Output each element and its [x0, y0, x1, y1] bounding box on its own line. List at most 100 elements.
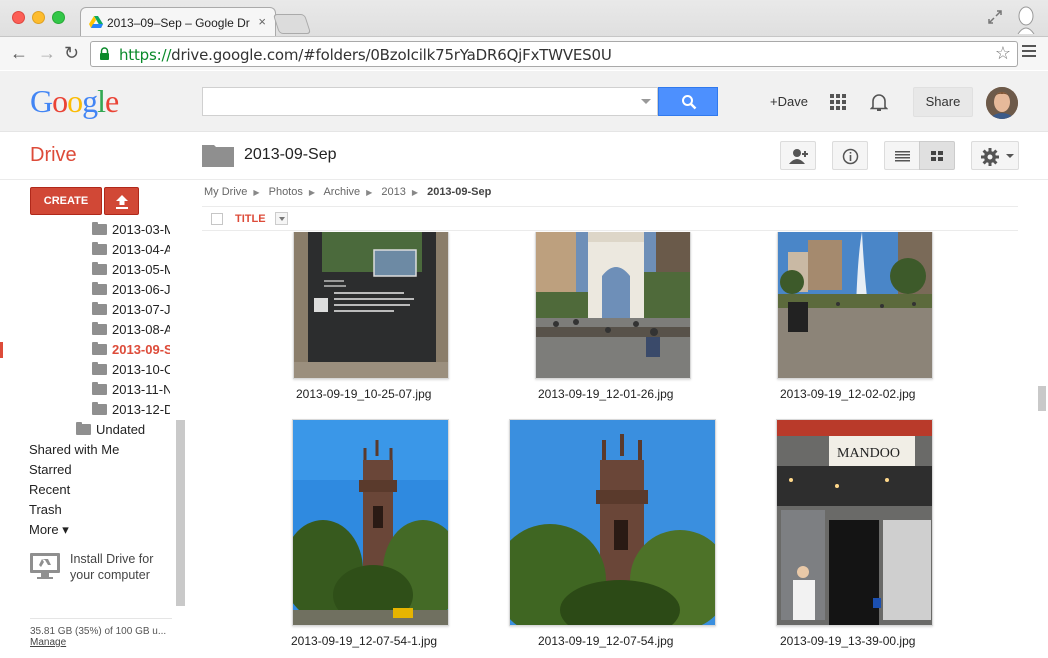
- settings-button[interactable]: [971, 141, 1019, 170]
- photo-church-tower-icon: [510, 420, 715, 625]
- folder-tree-item[interactable]: 2013-07-J: [92, 302, 170, 320]
- settings-dropdown-icon: [1006, 154, 1014, 158]
- folder-label: 2013-04-A: [112, 242, 170, 257]
- file-thumbnail[interactable]: [292, 419, 449, 626]
- file-name[interactable]: 2013-09-19_13-39-00.jpg: [780, 634, 915, 648]
- details-button[interactable]: [832, 141, 868, 170]
- create-button[interactable]: CREATE: [30, 187, 102, 215]
- file-thumbnail[interactable]: [293, 232, 449, 379]
- upload-button[interactable]: [104, 187, 139, 215]
- folder-tree-item-undated[interactable]: Undated: [76, 422, 154, 440]
- drive-header: Google +Dave Share: [0, 71, 1048, 132]
- nav-shared-with-me[interactable]: Shared with Me: [29, 442, 119, 457]
- tab-title: 2013–09–Sep – Google Dr: [107, 16, 250, 30]
- breadcrumb-separator-icon: ▶: [366, 188, 373, 197]
- file-thumbnail[interactable]: [777, 232, 933, 379]
- forward-icon[interactable]: →: [38, 43, 56, 63]
- sort-dropdown-button[interactable]: [275, 212, 288, 225]
- share-button[interactable]: Share: [913, 87, 973, 117]
- current-folder-title[interactable]: 2013-09-Sep: [244, 146, 337, 164]
- list-view-button[interactable]: [884, 141, 920, 170]
- breadcrumb-separator-icon: ▶: [308, 188, 316, 197]
- avatar[interactable]: [986, 87, 1018, 119]
- folder-icon: [92, 322, 107, 335]
- nav-trash[interactable]: Trash: [29, 502, 62, 517]
- breadcrumb-2013[interactable]: 2013: [381, 186, 405, 198]
- folder-label: 2013-10-C: [112, 362, 170, 377]
- file-thumbnail[interactable]: [535, 232, 691, 379]
- folder-icon: [92, 302, 107, 315]
- notifications-bell-icon[interactable]: [870, 92, 888, 112]
- nav-starred[interactable]: Starred: [29, 462, 72, 477]
- user-profile-link[interactable]: +Dave: [770, 94, 808, 109]
- drive-title[interactable]: Drive: [30, 144, 77, 167]
- back-icon[interactable]: ←: [10, 43, 28, 63]
- fullscreen-icon[interactable]: [988, 10, 1002, 24]
- breadcrumb-current: 2013-09-Sep: [427, 186, 492, 198]
- list-view-icon: [895, 151, 910, 162]
- add-person-icon: [789, 149, 808, 164]
- breadcrumb-photos[interactable]: Photos: [269, 186, 303, 198]
- folder-icon: [92, 342, 107, 355]
- breadcrumb-my-drive[interactable]: My Drive: [204, 186, 247, 198]
- file-name[interactable]: 2013-09-19_12-07-54.jpg: [538, 634, 673, 648]
- file-name[interactable]: 2013-09-19_12-01-26.jpg: [538, 387, 673, 401]
- search-options-icon[interactable]: [641, 99, 651, 104]
- gear-icon: [981, 148, 999, 166]
- address-bar[interactable]: https://drive.google.com/#folders/0BzoIc…: [90, 41, 1018, 67]
- info-icon: [842, 148, 859, 165]
- google-logo[interactable]: Google: [30, 83, 119, 120]
- search-button[interactable]: [658, 87, 718, 116]
- file-thumbnail[interactable]: [509, 419, 716, 626]
- file-name[interactable]: 2013-09-19_12-02-02.jpg: [780, 387, 915, 401]
- divider: [30, 618, 172, 619]
- sidebar-scrollbar[interactable]: [176, 420, 185, 606]
- close-window-button[interactable]: [12, 11, 25, 24]
- minimize-window-button[interactable]: [32, 11, 45, 24]
- bookmark-star-icon[interactable]: ☆: [995, 43, 1011, 64]
- apps-grid-icon[interactable]: [830, 94, 846, 110]
- folder-tree-item[interactable]: 2013-11-N: [92, 382, 170, 400]
- main-scrollbar[interactable]: [1038, 386, 1046, 411]
- nav-more[interactable]: More ▾: [29, 522, 69, 538]
- storage-usage: 35.81 GB (35%) of 100 GB u...: [30, 626, 167, 637]
- install-drive-line2: your computer: [70, 568, 150, 582]
- folder-tree-item[interactable]: 2013-05-M: [92, 262, 170, 280]
- browser-menu-icon[interactable]: [1022, 45, 1036, 60]
- folder-tree-item[interactable]: 2013-08-A: [92, 322, 170, 340]
- reload-icon[interactable]: ↻: [64, 43, 79, 63]
- folder-tree-item[interactable]: 2013-09-S: [92, 342, 170, 360]
- folder-tree-item[interactable]: 2013-06-J: [92, 282, 170, 300]
- grid-view-button[interactable]: [919, 141, 955, 170]
- folder-icon: [76, 422, 91, 435]
- search-icon: [682, 95, 697, 110]
- select-all-checkbox[interactable]: [211, 213, 223, 225]
- manage-storage-link[interactable]: Manage: [30, 637, 66, 648]
- folder-icon: [92, 362, 107, 375]
- new-tab-button[interactable]: [272, 14, 312, 34]
- folder-tree-item[interactable]: 2013-10-C: [92, 362, 170, 380]
- folder-tree-item[interactable]: 2013-12-D: [92, 402, 170, 420]
- breadcrumb-separator-icon: ▶: [253, 188, 260, 197]
- zoom-window-button[interactable]: [52, 11, 65, 24]
- profile-icon[interactable]: [1014, 4, 1038, 34]
- folder-tree-item[interactable]: 2013-03-M: [92, 222, 170, 240]
- file-name[interactable]: 2013-09-19_12-07-54-1.jpg: [291, 634, 437, 648]
- column-header: TITLE: [202, 206, 1018, 231]
- folder-label: 2013-03-M: [112, 222, 170, 237]
- share-folder-button[interactable]: [780, 141, 816, 170]
- search-input[interactable]: [202, 87, 658, 116]
- folder-tree-item[interactable]: 2013-04-A: [92, 242, 170, 260]
- divider: [0, 179, 1048, 180]
- nav-recent[interactable]: Recent: [29, 482, 70, 497]
- active-folder-indicator: [0, 342, 3, 358]
- desktop-computer-icon: [30, 553, 60, 579]
- browser-tab[interactable]: 2013–09–Sep – Google Dr ×: [80, 7, 276, 37]
- title-column-header[interactable]: TITLE: [235, 213, 266, 225]
- breadcrumb-archive[interactable]: Archive: [323, 186, 360, 198]
- breadcrumb: My Drive ▶ Photos ▶ Archive ▶ 2013 ▶ 2013-09…: [204, 186, 497, 198]
- close-tab-icon[interactable]: ×: [258, 14, 266, 29]
- file-name[interactable]: 2013-09-19_10-25-07.jpg: [296, 387, 431, 401]
- avatar-photo-icon: [986, 87, 1018, 119]
- file-thumbnail[interactable]: MANDOO: [776, 419, 933, 626]
